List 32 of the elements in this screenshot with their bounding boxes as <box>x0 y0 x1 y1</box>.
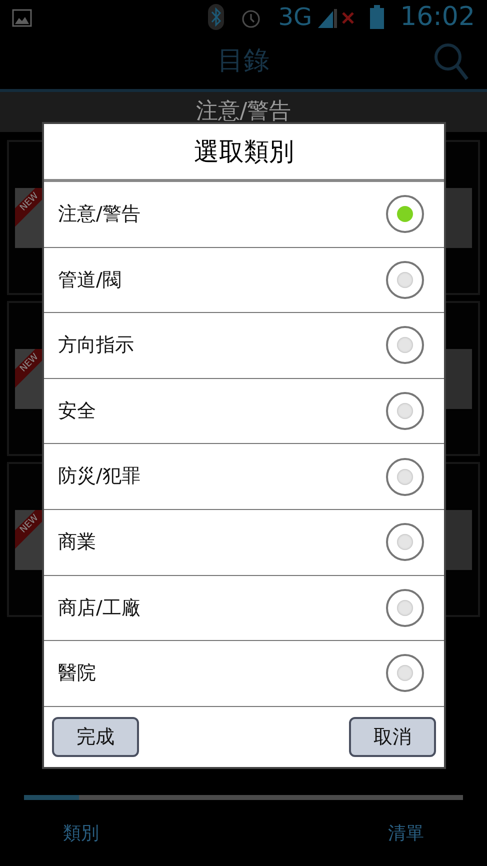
radio-button[interactable] <box>386 392 424 430</box>
category-option[interactable]: 醫院 <box>44 641 444 707</box>
battery-icon <box>370 4 384 30</box>
option-label: 安全 <box>58 398 96 424</box>
cancel-button[interactable]: 取消 <box>349 716 436 757</box>
category-option[interactable]: 方向指示 <box>44 313 444 379</box>
category-option[interactable]: 管道/閥 <box>44 248 444 314</box>
done-button[interactable]: 完成 <box>52 716 139 757</box>
app-title: 目錄 <box>218 45 270 78</box>
dialog-title: 選取類別 <box>44 124 444 182</box>
network-type: 3G <box>278 5 312 29</box>
option-label: 商業 <box>58 530 96 556</box>
radio-button[interactable] <box>386 523 424 562</box>
option-label: 方向指示 <box>58 333 134 358</box>
radio-button[interactable] <box>386 195 424 234</box>
category-option[interactable]: 商業 <box>44 510 444 576</box>
category-option[interactable]: 防災/犯罪 <box>44 444 444 510</box>
clock: 16:02 <box>400 4 475 30</box>
bluetooth-icon <box>208 4 224 30</box>
category-option[interactable]: 注意/警告 <box>44 182 444 248</box>
option-label: 醫院 <box>58 661 96 686</box>
radio-button[interactable] <box>386 588 424 627</box>
category-option[interactable]: 商店/工廠 <box>44 576 444 642</box>
option-label: 商店/工廠 <box>58 596 140 621</box>
radio-button[interactable] <box>386 458 424 496</box>
option-label: 注意/警告 <box>58 202 140 228</box>
option-label: 防災/犯罪 <box>58 464 140 490</box>
radio-button[interactable] <box>386 654 424 692</box>
radio-button[interactable] <box>386 326 424 364</box>
radio-button[interactable] <box>386 260 424 299</box>
option-label: 管道/閥 <box>58 268 122 293</box>
category-option[interactable]: 安全 <box>44 378 444 444</box>
